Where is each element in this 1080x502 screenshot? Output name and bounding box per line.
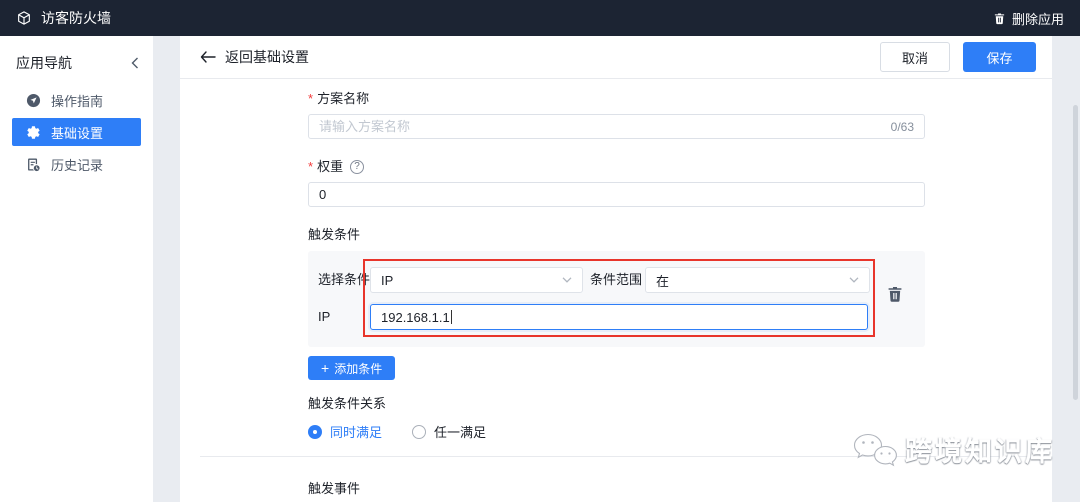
cancel-button[interactable]: 取消 xyxy=(880,42,950,72)
sidebar-nav-title: 应用导航 xyxy=(16,55,72,71)
scheme-name-field-wrap: 0/63 xyxy=(308,114,925,139)
collapse-chevron-left-icon[interactable] xyxy=(131,57,139,69)
condition-range-select[interactable]: 在 xyxy=(645,267,870,293)
condition-type-value: IP xyxy=(381,272,394,288)
radio-option-all-match[interactable]: 同时满足 xyxy=(308,422,382,441)
char-counter: 0/63 xyxy=(890,119,914,134)
gear-icon xyxy=(26,125,41,140)
condition-group-box: 选择条件 IP 条件范围 在 IP 192.168.1.1 xyxy=(308,251,925,347)
scheme-name-label: 方案名称 xyxy=(308,91,1052,107)
radio-unselected-icon xyxy=(412,424,427,439)
sidebar-item-guide[interactable]: 操作指南 xyxy=(12,86,141,114)
ip-input[interactable]: 192.168.1.1 xyxy=(370,304,868,330)
sidebar-item-history[interactable]: 历史记录 xyxy=(12,150,141,178)
save-button[interactable]: 保存 xyxy=(963,42,1036,72)
trigger-condition-label: 触发条件 xyxy=(308,227,361,242)
delete-app-label: 删除应用 xyxy=(1011,11,1064,27)
content-header: 返回基础设置 取消 保存 xyxy=(180,36,1052,79)
condition-range-value: 在 xyxy=(656,273,670,289)
app-title: 访客防火墙 xyxy=(41,10,111,26)
sidebar-item-basic-settings[interactable]: 基础设置 xyxy=(12,118,141,146)
question-circle-icon[interactable]: ? xyxy=(350,160,365,174)
ip-value: 192.168.1.1 xyxy=(381,309,450,325)
add-condition-label: 添加条件 xyxy=(334,361,383,376)
condition-range-label: 条件范围 xyxy=(590,272,643,287)
navigation-circle-icon xyxy=(26,93,41,108)
add-condition-button[interactable]: + 添加条件 xyxy=(308,356,396,380)
radio-label: 任一满足 xyxy=(434,425,487,440)
relation-radio-group: 同时满足 任一满足 xyxy=(308,422,1052,441)
sidebar-item-label: 历史记录 xyxy=(51,157,104,173)
radio-option-any-match[interactable]: 任一满足 xyxy=(412,422,486,441)
condition-type-select[interactable]: IP xyxy=(370,267,583,293)
remove-condition-trash-icon[interactable] xyxy=(886,285,904,303)
sidebar-item-label: 操作指南 xyxy=(51,93,104,109)
trigger-event-label: 触发事件 xyxy=(308,481,361,496)
chevron-down-icon xyxy=(849,277,859,283)
history-doc-icon xyxy=(26,157,41,172)
app-cube-icon xyxy=(16,10,32,26)
weight-field-wrap xyxy=(308,182,925,207)
section-divider xyxy=(200,456,1032,457)
text-cursor xyxy=(450,310,452,324)
select-condition-label: 选择条件 xyxy=(318,272,371,287)
relation-label: 触发条件关系 xyxy=(308,396,387,411)
sidebar: 应用导航 操作指南 基础设置 历史记录 xyxy=(0,36,153,502)
weight-label: 权重 xyxy=(308,159,343,175)
radio-label: 同时满足 xyxy=(330,425,383,440)
scheme-name-input[interactable] xyxy=(319,119,891,134)
scrollbar-thumb[interactable] xyxy=(1073,105,1078,400)
ip-row-label: IP xyxy=(318,309,331,324)
radio-selected-icon xyxy=(308,424,322,439)
back-label: 返回基础设置 xyxy=(225,49,309,65)
sidebar-item-label: 基础设置 xyxy=(51,125,104,141)
chevron-down-icon xyxy=(562,277,572,283)
back-button[interactable]: 返回基础设置 xyxy=(200,47,309,67)
weight-label-row: 权重 ? xyxy=(308,159,1052,175)
weight-input[interactable] xyxy=(319,187,914,202)
main-content: 返回基础设置 取消 保存 方案名称 0/63 权重 ? 触发条件 选择条件 IP xyxy=(180,36,1052,502)
settings-form: 方案名称 0/63 权重 ? 触发条件 选择条件 IP 条件范围 xyxy=(180,91,1052,441)
arrow-left-icon xyxy=(200,51,216,63)
delete-app-button[interactable]: 删除应用 xyxy=(993,9,1064,28)
plus-icon: + xyxy=(321,360,330,376)
topbar: 访客防火墙 删除应用 xyxy=(0,0,1080,36)
trash-icon xyxy=(993,12,1006,25)
